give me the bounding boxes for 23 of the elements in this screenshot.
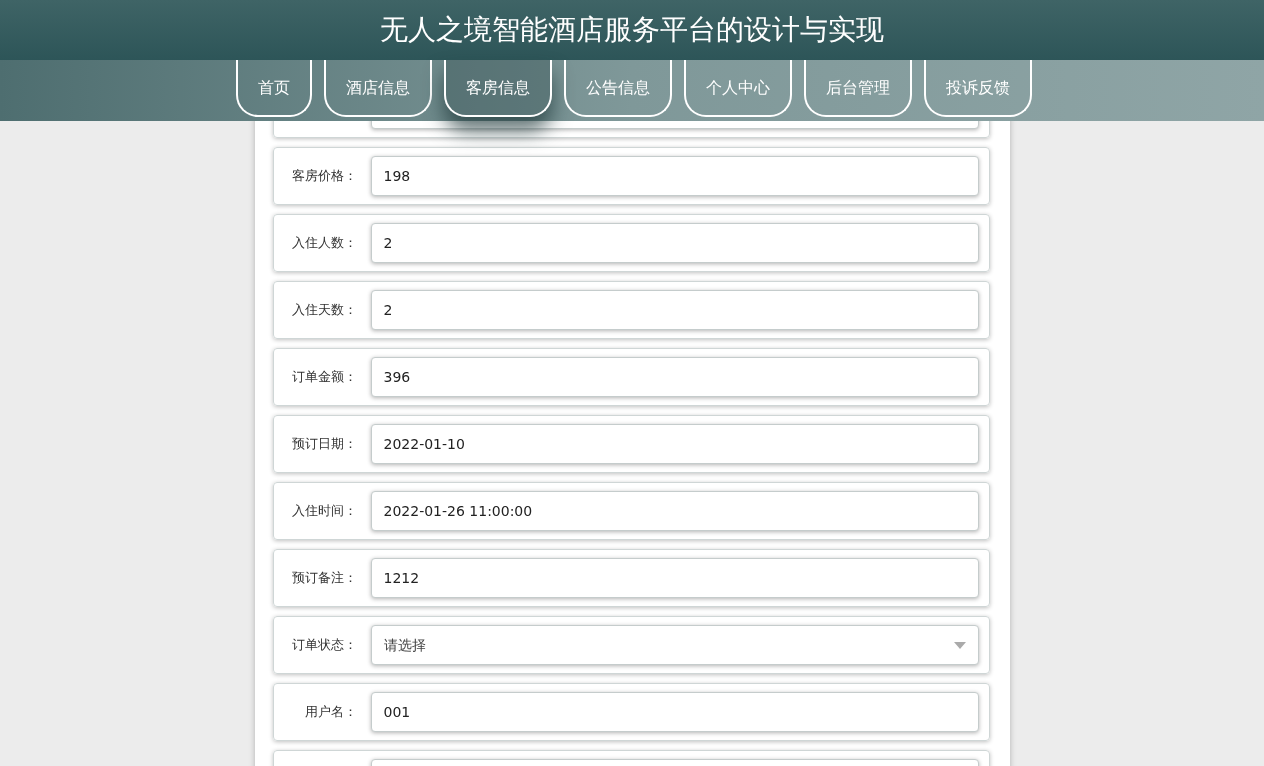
field-label: 客房价格： [291, 168, 357, 184]
input-field[interactable]: 001 [370, 692, 979, 732]
input-field[interactable]: 2 [370, 290, 979, 330]
input-field[interactable]: 2022-01-26 11:00:00 [370, 491, 979, 531]
field-label: 预订备注： [291, 570, 357, 586]
input-field[interactable]: 396 [370, 357, 979, 397]
field-label: 用户名： [304, 704, 357, 720]
input-field[interactable]: 1212 [370, 558, 979, 598]
field-label: 入住人数： [291, 235, 357, 251]
field-label: 订单状态： [291, 637, 357, 653]
input-field[interactable]: 2022-01-10 [370, 424, 979, 464]
field-label: 订单金额： [291, 369, 357, 385]
nav-tab[interactable]: 酒店信息 [324, 60, 432, 117]
select-field[interactable]: 请选择 [370, 625, 979, 665]
input-field[interactable]: 198 [370, 156, 979, 196]
nav-tab[interactable]: 客房信息 [444, 60, 552, 117]
field-label: 入住天数： [291, 302, 357, 318]
field-label: 预订日期： [291, 436, 357, 452]
field-label: 入住时间： [291, 503, 357, 519]
input-field[interactable]: 2 [370, 223, 979, 263]
nav-tab[interactable]: 首页 [236, 60, 312, 117]
caret-icon [953, 641, 966, 649]
site-title: 无人之境智能酒店服务平台的设计与实现 [380, 12, 884, 48]
